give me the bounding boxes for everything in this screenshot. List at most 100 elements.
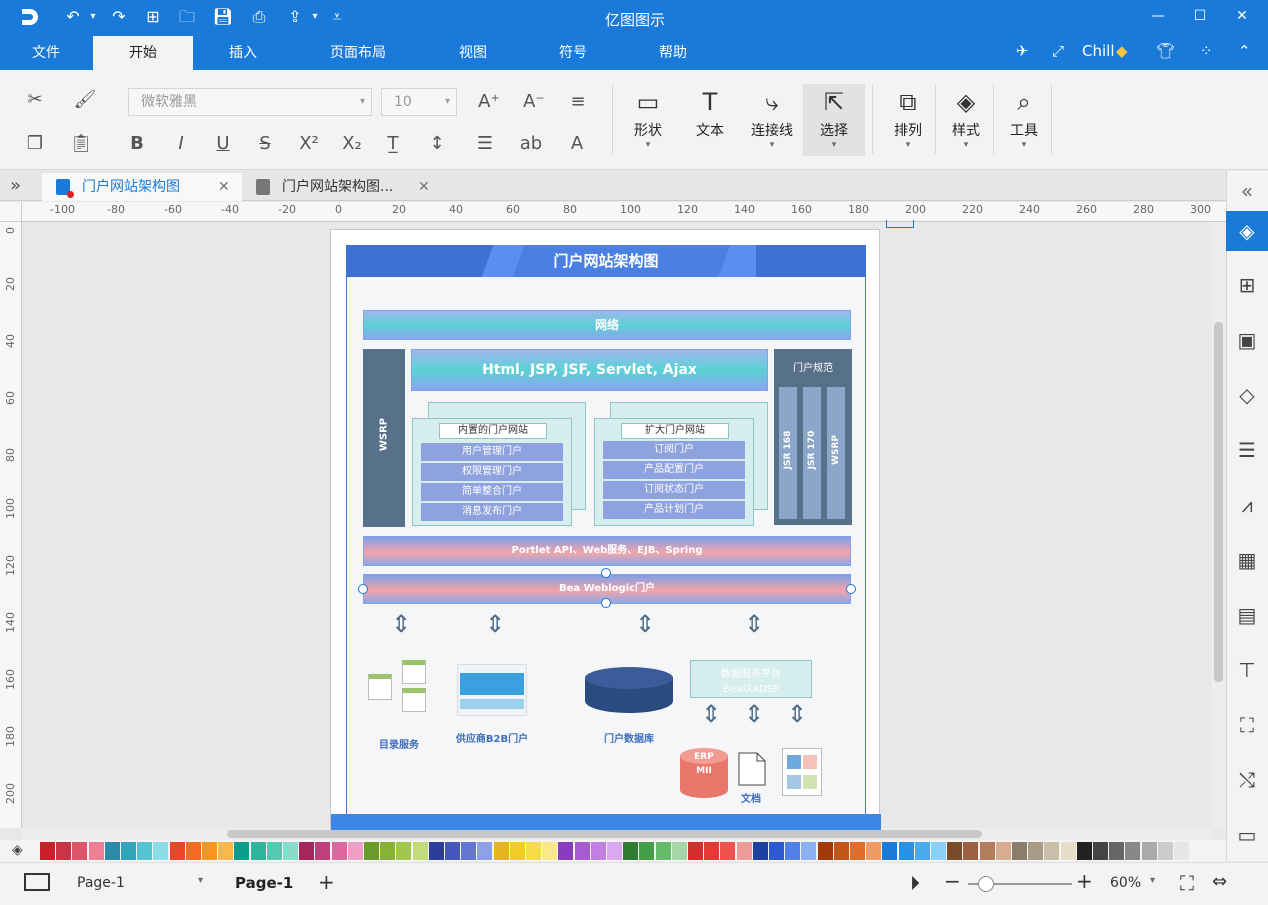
- color-swatch[interactable]: [769, 842, 784, 860]
- close-tab-icon[interactable]: ✕: [418, 173, 430, 201]
- bullet-list-icon[interactable]: ☰: [470, 130, 500, 158]
- color-swatch[interactable]: [234, 842, 250, 860]
- color-swatch[interactable]: [833, 842, 849, 860]
- color-swatch[interactable]: [590, 842, 606, 860]
- style-button[interactable]: ◈ 样式 ▾: [935, 84, 997, 156]
- color-swatch[interactable]: [1109, 842, 1125, 860]
- italic-icon[interactable]: I: [166, 130, 196, 158]
- color-swatch[interactable]: [169, 842, 185, 860]
- color-swatch[interactable]: [752, 842, 768, 860]
- print-icon[interactable]: ⎙: [248, 6, 270, 28]
- fill-bucket-icon[interactable]: ◈: [12, 842, 23, 858]
- color-swatch[interactable]: [736, 842, 752, 860]
- chevron-down-icon[interactable]: ▾: [1150, 875, 1155, 886]
- zoom-in-icon[interactable]: +: [1076, 869, 1093, 893]
- color-swatch[interactable]: [914, 842, 930, 860]
- b2b-portal-icon[interactable]: [457, 664, 527, 716]
- color-swatch[interactable]: [88, 842, 104, 860]
- color-swatch[interactable]: [153, 842, 169, 860]
- table-icon[interactable]: ▦: [1226, 540, 1268, 580]
- erp-cylinder-icon[interactable]: ERP MII: [680, 748, 728, 798]
- portlet-layer[interactable]: Portlet API、Web服务、EJB、Spring: [363, 536, 851, 566]
- color-swatch[interactable]: [526, 842, 541, 860]
- copy-icon[interactable]: ❐: [20, 130, 50, 158]
- page-selector[interactable]: Page-1: [77, 875, 125, 891]
- color-swatch[interactable]: [428, 842, 444, 860]
- portal-spec-block[interactable]: 门户规范 JSR 168 JSR 170 WSRP: [774, 349, 852, 525]
- vip-diamond-icon[interactable]: ◆: [1116, 40, 1128, 62]
- color-swatch[interactable]: [947, 842, 963, 860]
- color-swatch[interactable]: [1141, 842, 1157, 860]
- underline-icon[interactable]: U: [208, 130, 238, 158]
- image-icon[interactable]: ▣: [1226, 320, 1268, 360]
- format-painter-panel-icon[interactable]: ⊤: [1226, 650, 1268, 690]
- arrange-button[interactable]: ⧉ 排列 ▾: [877, 84, 939, 156]
- color-swatch[interactable]: [1157, 842, 1173, 860]
- color-swatch[interactable]: [40, 842, 55, 860]
- color-swatch[interactable]: [639, 842, 655, 860]
- select-button[interactable]: ⇱ 选择 ▾: [803, 84, 865, 156]
- theme-shirt-icon[interactable]: 👕︎: [1156, 40, 1175, 62]
- color-swatch[interactable]: [477, 842, 493, 860]
- color-swatch[interactable]: [380, 842, 396, 860]
- customize-quick-access-icon[interactable]: ⩡: [326, 6, 348, 28]
- tech-layer[interactable]: Html, JSP, JSF, Servlet, Ajax: [411, 349, 768, 391]
- font-color-icon[interactable]: A: [562, 130, 592, 158]
- scroll-thumb[interactable]: [1214, 322, 1223, 682]
- play-icon[interactable]: ⏵: [910, 871, 920, 895]
- color-swatch[interactable]: [1044, 842, 1060, 860]
- spec-col-jsr170[interactable]: JSR 170: [803, 387, 821, 519]
- selection-handle[interactable]: [358, 584, 368, 594]
- diagram-page[interactable]: 门户网站架构图 网络 WSRP Html, JSP, JSF, Servlet,…: [330, 229, 881, 830]
- report-thumbnail-icon[interactable]: [782, 748, 822, 796]
- menu-file[interactable]: 文件: [14, 36, 78, 70]
- close-tab-icon[interactable]: ✕: [218, 173, 230, 201]
- fill-style-icon[interactable]: ◈: [1226, 211, 1268, 251]
- format-painter-icon[interactable]: 🖌︎: [70, 86, 100, 114]
- undo-dropdown-icon[interactable]: ▾: [82, 6, 104, 28]
- shuffle-icon[interactable]: ⤭: [1226, 760, 1268, 800]
- color-swatch[interactable]: [137, 842, 153, 860]
- color-swatch[interactable]: [1028, 842, 1044, 860]
- menu-insert[interactable]: 插入: [203, 36, 283, 70]
- chevron-down-icon[interactable]: ▾: [198, 875, 203, 886]
- color-swatch[interactable]: [817, 842, 833, 860]
- menu-page-layout[interactable]: 页面布局: [312, 36, 404, 70]
- color-swatch[interactable]: [785, 842, 801, 860]
- menu-home[interactable]: 开始: [93, 36, 193, 70]
- color-swatch[interactable]: [104, 842, 120, 860]
- color-swatch[interactable]: [1174, 842, 1189, 860]
- superscript-icon[interactable]: X²: [294, 130, 324, 158]
- diagram-header[interactable]: 门户网站架构图: [346, 245, 866, 277]
- paste-icon[interactable]: 📋︎: [66, 130, 96, 158]
- internal-item[interactable]: 权限管理门户: [421, 463, 563, 481]
- presentation-icon[interactable]: ▭: [1226, 815, 1268, 855]
- color-swatch[interactable]: [720, 842, 736, 860]
- app-logo-icon[interactable]: [18, 6, 40, 28]
- zoom-slider-knob[interactable]: [978, 876, 994, 892]
- color-swatch[interactable]: [72, 842, 88, 860]
- add-page-button[interactable]: +: [318, 870, 335, 894]
- color-swatch[interactable]: [412, 842, 428, 860]
- color-swatch[interactable]: [850, 842, 865, 860]
- selection-handle[interactable]: [601, 568, 611, 578]
- share-icon[interactable]: ⤢: [1052, 40, 1064, 62]
- internal-item[interactable]: 用户管理门户: [421, 443, 563, 461]
- color-swatch[interactable]: [218, 842, 234, 860]
- line-spacing-icon[interactable]: ↕: [422, 130, 452, 158]
- page-properties-icon[interactable]: ☰: [1226, 430, 1268, 470]
- fit-width-icon[interactable]: ⇔: [1212, 871, 1227, 892]
- color-swatch[interactable]: [655, 842, 671, 860]
- data-platform-box[interactable]: 数据服务平台 Bea以ADSP: [690, 660, 812, 698]
- shape-button[interactable]: ▭ 形状 ▾: [617, 84, 679, 156]
- color-swatch[interactable]: [121, 842, 136, 860]
- color-swatch[interactable]: [898, 842, 914, 860]
- color-swatch[interactable]: [963, 842, 979, 860]
- fullscreen-icon[interactable]: ⛶: [1180, 871, 1194, 895]
- internal-portal-box[interactable]: 内置的门户网站 用户管理门户 权限管理门户 简单整合门户 消息发布门户: [412, 418, 572, 526]
- zoom-out-icon[interactable]: −: [944, 869, 961, 893]
- scroll-thumb[interactable]: [227, 830, 982, 838]
- color-swatch[interactable]: [250, 842, 266, 860]
- layers-icon[interactable]: ◇: [1226, 375, 1268, 415]
- spec-col-jsr168[interactable]: JSR 168: [779, 387, 797, 519]
